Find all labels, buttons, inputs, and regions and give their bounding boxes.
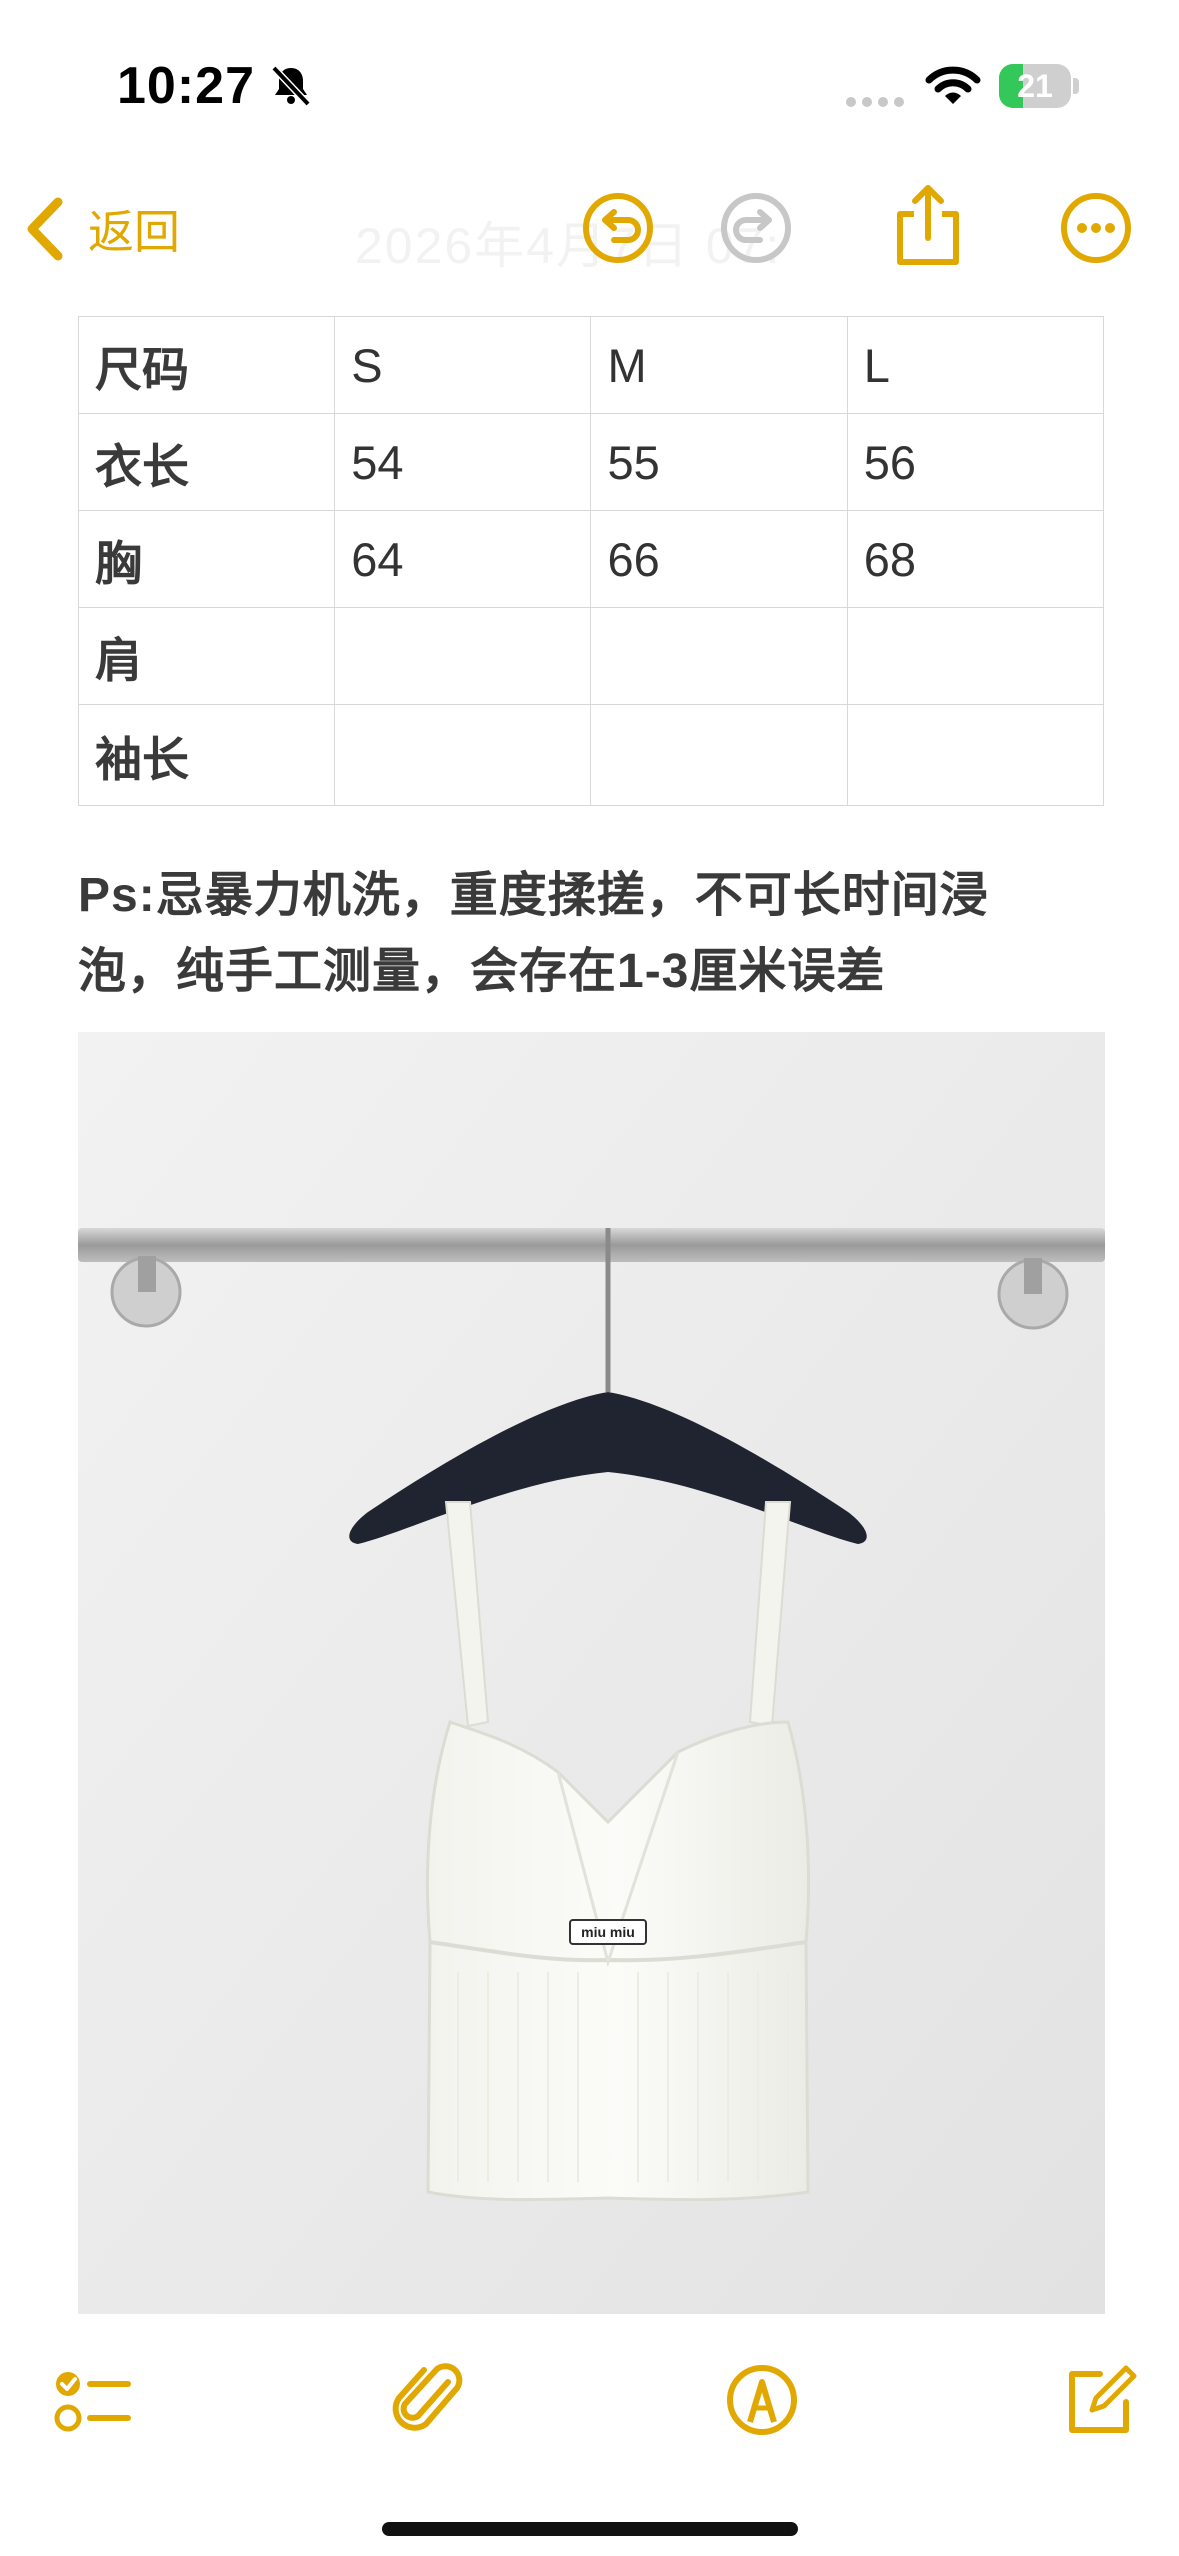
table-cell[interactable]	[590, 704, 848, 806]
table-cell[interactable]: 54	[334, 413, 592, 511]
table-cell[interactable]: 衣长	[77, 413, 336, 511]
table-row: 胸 64 66 68	[77, 510, 1105, 608]
status-bar: 10:27 21	[0, 0, 1179, 160]
chevron-left-icon	[27, 197, 63, 261]
cellular-signal-icon	[846, 94, 910, 112]
table-cell[interactable]: 55	[590, 413, 848, 511]
bottom-toolbar	[0, 2340, 1179, 2460]
table-header-row: 尺码 S M L	[77, 316, 1105, 414]
back-button[interactable]: 返回	[22, 196, 180, 262]
table-cell[interactable]: 袖长	[77, 704, 336, 806]
table-cell[interactable]: 尺码	[77, 316, 336, 414]
care-note[interactable]: Ps:忌暴力机洗，重度揉搓，不可长时间浸 泡，纯手工测量，会存在1-3厘米误差	[78, 858, 1118, 1010]
back-label: 返回	[88, 206, 180, 258]
care-note-line: 泡，纯手工测量，会存在1-3厘米误差	[78, 945, 886, 998]
table-row: 肩	[77, 607, 1105, 705]
wifi-icon	[925, 66, 981, 104]
table-cell[interactable]: 68	[846, 510, 1105, 608]
table-cell[interactable]: 64	[334, 510, 592, 608]
attachment-icon[interactable]	[390, 2360, 470, 2440]
table-cell[interactable]: S	[334, 316, 592, 414]
table-cell[interactable]: 56	[846, 413, 1105, 511]
status-time: 10:27	[117, 57, 255, 115]
camisole-image: miu miu	[78, 1032, 1105, 2314]
undo-icon[interactable]	[580, 190, 656, 266]
more-icon[interactable]	[1058, 190, 1134, 266]
redo-icon[interactable]	[718, 190, 794, 266]
compose-icon[interactable]	[1060, 2360, 1140, 2440]
silent-bell-icon	[271, 65, 311, 107]
size-table[interactable]: 尺码 S M L 衣长 54 55 56 胸 64 66 68 肩 袖长	[77, 316, 1105, 806]
checklist-icon[interactable]	[52, 2360, 132, 2440]
table-cell[interactable]	[846, 607, 1105, 705]
home-indicator[interactable]	[382, 2522, 798, 2536]
brand-label: miu miu	[581, 1924, 635, 1940]
nav-bar: 返回 2026年4月7日 07:	[0, 170, 1179, 290]
table-cell[interactable]	[590, 607, 848, 705]
table-cell[interactable]	[846, 704, 1105, 806]
table-cell[interactable]: 66	[590, 510, 848, 608]
table-row: 袖长	[77, 704, 1105, 806]
battery-level: 21	[1017, 68, 1053, 104]
table-cell[interactable]: 肩	[77, 607, 336, 705]
table-cell[interactable]: L	[846, 316, 1105, 414]
share-icon[interactable]	[890, 182, 966, 268]
table-cell[interactable]: M	[590, 316, 848, 414]
table-cell[interactable]	[334, 607, 592, 705]
markup-icon[interactable]	[722, 2360, 802, 2440]
table-cell[interactable]: 胸	[77, 510, 336, 608]
product-photo[interactable]: miu miu	[78, 1032, 1105, 2314]
table-row: 衣长 54 55 56	[77, 413, 1105, 511]
care-note-line: Ps:忌暴力机洗，重度揉搓，不可长时间浸	[78, 869, 989, 922]
table-cell[interactable]	[334, 704, 592, 806]
battery-icon: 21	[999, 64, 1079, 108]
